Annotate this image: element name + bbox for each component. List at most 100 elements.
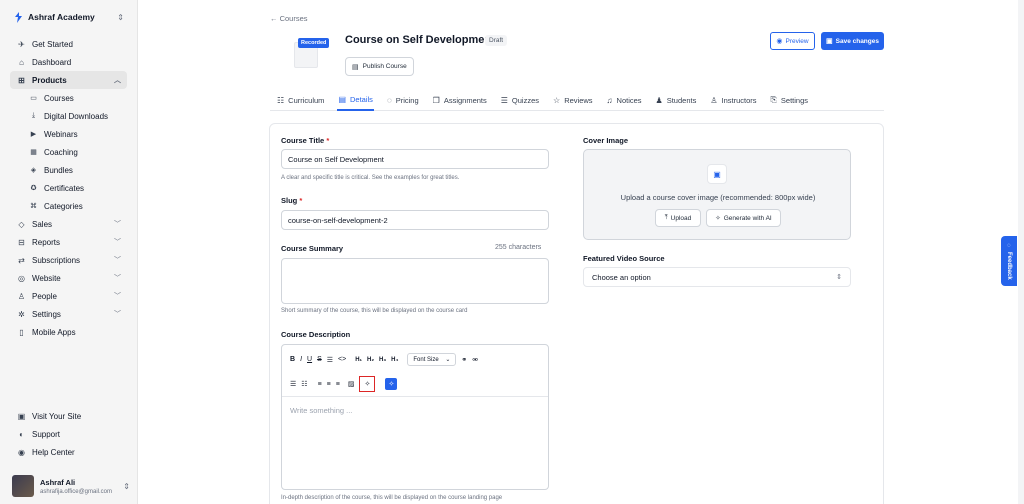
course-title-hint: A clear and specific title is critical. … xyxy=(281,175,460,181)
sidebar-subitem-coaching[interactable]: ▦ Coaching xyxy=(10,143,127,161)
sales-tag-icon: ◇ xyxy=(18,219,25,229)
chevron-down-icon: ﹀ xyxy=(114,275,121,282)
tab-quizzes[interactable]: ☰ Quizzes xyxy=(500,89,540,111)
upload-button[interactable]: ⤒ Upload xyxy=(655,209,701,227)
link-icon[interactable]: ⚭ xyxy=(461,356,467,364)
tab-assignments[interactable]: ❐ Assignments xyxy=(432,89,488,111)
sidebar-item-label: Mobile Apps xyxy=(32,327,76,337)
upload-icon: ⤒ xyxy=(664,214,668,221)
save-icon: ▣ xyxy=(826,38,833,45)
italic-icon[interactable]: I xyxy=(300,356,302,363)
slug-input[interactable]: course-on-self-development-2 xyxy=(281,210,549,230)
align-right-icon[interactable]: ≡ xyxy=(336,381,340,388)
sidebar-item-visit-site[interactable]: ▣ Visit Your Site xyxy=(10,407,127,425)
sidebar-item-settings[interactable]: ✲ Settings ﹀ xyxy=(10,305,127,323)
workspace-switcher[interactable]: Ashraf Academy ⇕ xyxy=(14,10,124,24)
sidebar-nav: ✈ Get Started ⌂ Dashboard ⊞ Products ︿ ▭ Cour… xyxy=(10,35,127,341)
unlink-icon[interactable]: ⚮ xyxy=(472,356,478,364)
monitor-icon: ▭ xyxy=(30,95,37,102)
user-email: ashrafija.office@gmail.com xyxy=(40,488,113,495)
sidebar-item-website[interactable]: ◎ Website ﹀ xyxy=(10,269,127,287)
sidebar-item-label: Courses xyxy=(44,93,74,103)
generate-with-ai-button[interactable]: ✧ Generate with AI xyxy=(706,209,781,227)
save-changes-label: Save changes xyxy=(835,37,879,45)
publish-course-button[interactable]: ▤ Publish Course xyxy=(345,57,414,76)
sidebar-subitem-categories[interactable]: ⌘ Categories xyxy=(10,197,127,215)
tab-pricing[interactable]: ◌ Pricing xyxy=(386,89,420,111)
sidebar-subitem-digital-downloads[interactable]: ⤓ Digital Downloads xyxy=(10,107,127,125)
settings-icon: ⎘ xyxy=(770,95,777,104)
sidebar-subitem-courses[interactable]: ▭ Courses xyxy=(10,89,127,107)
sidebar-item-dashboard[interactable]: ⌂ Dashboard xyxy=(10,53,127,71)
feedback-button[interactable]: ◌ Feedback xyxy=(1001,236,1017,286)
sidebar-item-reports[interactable]: ⊟ Reports ﹀ xyxy=(10,233,127,251)
tab-instructors[interactable]: ♙ Instructors xyxy=(709,89,757,111)
sidebar-item-support[interactable]: ◐ Support xyxy=(10,425,127,443)
cover-image-dropzone[interactable]: ▣ Upload a course cover image (recommend… xyxy=(583,149,851,240)
sidebar-item-sales[interactable]: ◇ Sales ﹀ xyxy=(10,215,127,233)
sidebar-subitem-bundles[interactable]: ◈ Bundles xyxy=(10,161,127,179)
bold-icon[interactable]: B xyxy=(290,356,295,363)
image-icon[interactable]: ▨ xyxy=(348,380,355,388)
sidebar-item-help-center[interactable]: ◉ Help Center xyxy=(10,443,127,461)
sidebar-item-label: Webinars xyxy=(44,129,78,139)
tab-curriculum[interactable]: ☷ Curriculum xyxy=(276,89,325,111)
align-center-icon[interactable]: ≡ xyxy=(327,381,331,388)
font-size-select[interactable]: Font Size ⌄ xyxy=(407,353,457,366)
align-left-icon[interactable]: ≡ xyxy=(318,381,322,388)
publish-icon: ▤ xyxy=(352,63,359,71)
heading-2-icon[interactable]: H₂ xyxy=(367,357,374,363)
tab-label: Students xyxy=(666,95,697,105)
underline-icon[interactable]: U xyxy=(307,356,312,363)
heading-4-icon[interactable]: H₄ xyxy=(391,357,398,363)
slug-label: Slug * xyxy=(281,196,303,205)
tab-reviews[interactable]: ☆ Reviews xyxy=(552,89,594,111)
sidebar-subitem-certificates[interactable]: ✪ Certificates xyxy=(10,179,127,197)
tab-label: Settings xyxy=(780,95,809,105)
heading-3-icon[interactable]: H₃ xyxy=(379,357,386,363)
ai-sparkle-button[interactable]: ✧ xyxy=(359,376,376,392)
user-menu[interactable]: Ashraf Ali ashrafija.office@gmail.com ⇕ xyxy=(12,474,130,498)
sidebar-item-label: Website xyxy=(32,273,61,283)
back-link[interactable]: ← Courses xyxy=(270,14,308,23)
details-icon: ▤ xyxy=(338,94,346,104)
tab-students[interactable]: ♟ Students xyxy=(655,89,698,111)
bullet-list-icon[interactable]: ☰ xyxy=(290,380,296,388)
sidebar-item-products[interactable]: ⊞ Products ︿ xyxy=(10,71,127,89)
sidebar-item-get-started[interactable]: ✈ Get Started xyxy=(10,35,127,53)
tab-notices[interactable]: ♫ Notices xyxy=(606,89,643,111)
code-icon[interactable]: <> xyxy=(338,356,346,363)
course-description-hint: In-depth description of the course, this… xyxy=(281,495,503,501)
tab-details[interactable]: ▤ Details xyxy=(337,89,374,111)
rocket-icon: ✈ xyxy=(18,39,25,49)
sidebar-item-mobile-apps[interactable]: ▯ Mobile Apps xyxy=(10,323,127,341)
blockquote-icon[interactable]: ☰ xyxy=(327,356,333,364)
featured-video-select[interactable]: Choose an option ⇕ xyxy=(583,267,851,287)
page-scrollbar[interactable] xyxy=(1018,0,1024,504)
phone-icon: ▯ xyxy=(19,327,24,337)
course-title-input[interactable]: Course on Self Development xyxy=(281,149,549,169)
sidebar: Ashraf Academy ⇕ ✈ Get Started ⌂ Dashboard… xyxy=(0,0,138,504)
editor-placeholder[interactable]: Write something ... xyxy=(290,406,352,415)
bell-icon: ♫ xyxy=(606,95,613,105)
chevron-down-icon: ﹀ xyxy=(114,221,121,228)
sidebar-subitem-webinars[interactable]: ▶ Webinars xyxy=(10,125,127,143)
sidebar-item-subscriptions[interactable]: ⇄ Subscriptions ﹀ xyxy=(10,251,127,269)
numbered-list-icon[interactable]: ☷ xyxy=(301,380,307,388)
tab-label: Instructors xyxy=(721,95,757,105)
course-summary-textarea[interactable] xyxy=(281,258,549,304)
headset-icon: ◐ xyxy=(19,429,24,439)
save-changes-button[interactable]: ▣ Save changes xyxy=(821,32,884,50)
ai-assist-button[interactable]: ✧ xyxy=(385,378,398,390)
course-title-label: Course Title * xyxy=(281,136,330,145)
gear-icon: ✲ xyxy=(18,309,25,319)
sidebar-item-people[interactable]: ♙ People ﹀ xyxy=(10,287,127,305)
course-tabs: ☷ Curriculum ▤ Details ◌ Pricing ❐ Assignmen… xyxy=(270,89,884,111)
sidebar-item-label: Reports xyxy=(32,237,61,247)
heading-1-icon[interactable]: H₁ xyxy=(355,357,362,363)
logo-icon xyxy=(15,11,22,23)
strikethrough-icon[interactable]: S xyxy=(317,356,322,363)
tab-label: Quizzes xyxy=(511,95,540,105)
tab-settings[interactable]: ⎘ Settings xyxy=(770,89,810,111)
preview-button[interactable]: ◉ Preview xyxy=(770,32,815,50)
